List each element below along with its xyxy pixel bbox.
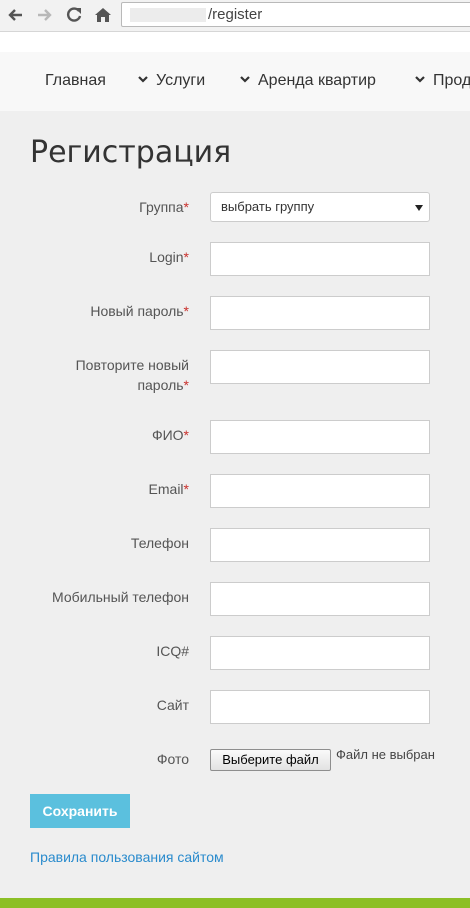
email-input[interactable] [210,474,430,508]
required-mark: * [183,199,189,215]
repeat-password-input[interactable] [210,350,430,384]
mobile-input[interactable] [210,582,430,616]
nav-item-sales[interactable]: Прод [415,72,470,90]
group-label: Группа* [19,197,189,217]
label-text: Группа [139,199,184,215]
label-text: Новый пароль [90,303,184,319]
group-select[interactable]: выбрать группу [210,192,430,222]
required-mark: * [183,427,189,443]
nav-item-home[interactable]: Главная [45,72,106,90]
required-mark: * [183,377,189,393]
site-input[interactable] [210,690,430,724]
site-label: Сайт [156,697,189,713]
main-navbar: Главная Услуги Аренда квартир Прод [0,52,470,111]
nav-label: Главная [45,72,106,89]
select-value: выбрать группу [221,199,315,214]
site-rules-link[interactable]: Правила пользования сайтом [30,849,224,865]
nav-item-services[interactable]: Услуги [138,72,205,90]
login-input[interactable] [210,242,430,276]
new-password-label: Новый пароль* [19,301,189,321]
required-mark: * [183,303,189,319]
nav-item-rent[interactable]: Аренда квартир [240,72,376,90]
label-text: пароль [137,377,184,393]
required-mark: * [183,249,189,265]
photo-label: Фото [156,751,189,767]
nav-label: Прод [433,72,470,89]
new-password-input[interactable] [210,296,430,330]
required-mark: * [183,481,189,497]
back-arrow-icon[interactable] [6,5,26,25]
chevron-down-icon [138,76,148,83]
phone-input[interactable] [210,528,430,562]
url-text: /register [208,6,263,23]
address-bar[interactable]: /register [121,2,470,27]
icq-label: ICQ# [156,643,189,659]
dropdown-arrow-icon [415,205,423,211]
save-button[interactable]: Сохранить [30,794,130,828]
footer-accent-bar [0,898,470,908]
page-title: Регистрация [30,135,232,170]
url-redacted [130,8,206,22]
label-text: Login [149,249,184,265]
choose-file-button[interactable]: Выберите файл [210,749,331,771]
label-text: ФИО [151,427,184,443]
home-icon[interactable] [93,5,113,25]
fio-label: ФИО* [19,425,189,445]
browser-toolbar: /register [0,0,470,32]
mobile-label: Мобильный телефон [52,589,189,605]
fio-input[interactable] [210,420,430,454]
file-status: Файл не выбран [336,747,435,762]
reload-icon[interactable] [64,5,84,25]
nav-label: Аренда квартир [258,72,376,89]
registration-section: Регистрация Группа* выбрать группу Login… [0,111,470,898]
forward-arrow-icon[interactable] [34,5,54,25]
chevron-down-icon [415,76,425,83]
nav-label: Услуги [156,72,206,89]
email-label: Email* [19,479,189,499]
label-text: Email [148,481,184,497]
chevron-down-icon [240,76,250,83]
login-label: Login* [19,247,189,267]
icq-input[interactable] [210,636,430,670]
phone-label: Телефон [130,535,189,551]
repeat-password-label: Повторите новый пароль* [19,355,189,395]
label-text: Повторите новый [75,357,189,373]
